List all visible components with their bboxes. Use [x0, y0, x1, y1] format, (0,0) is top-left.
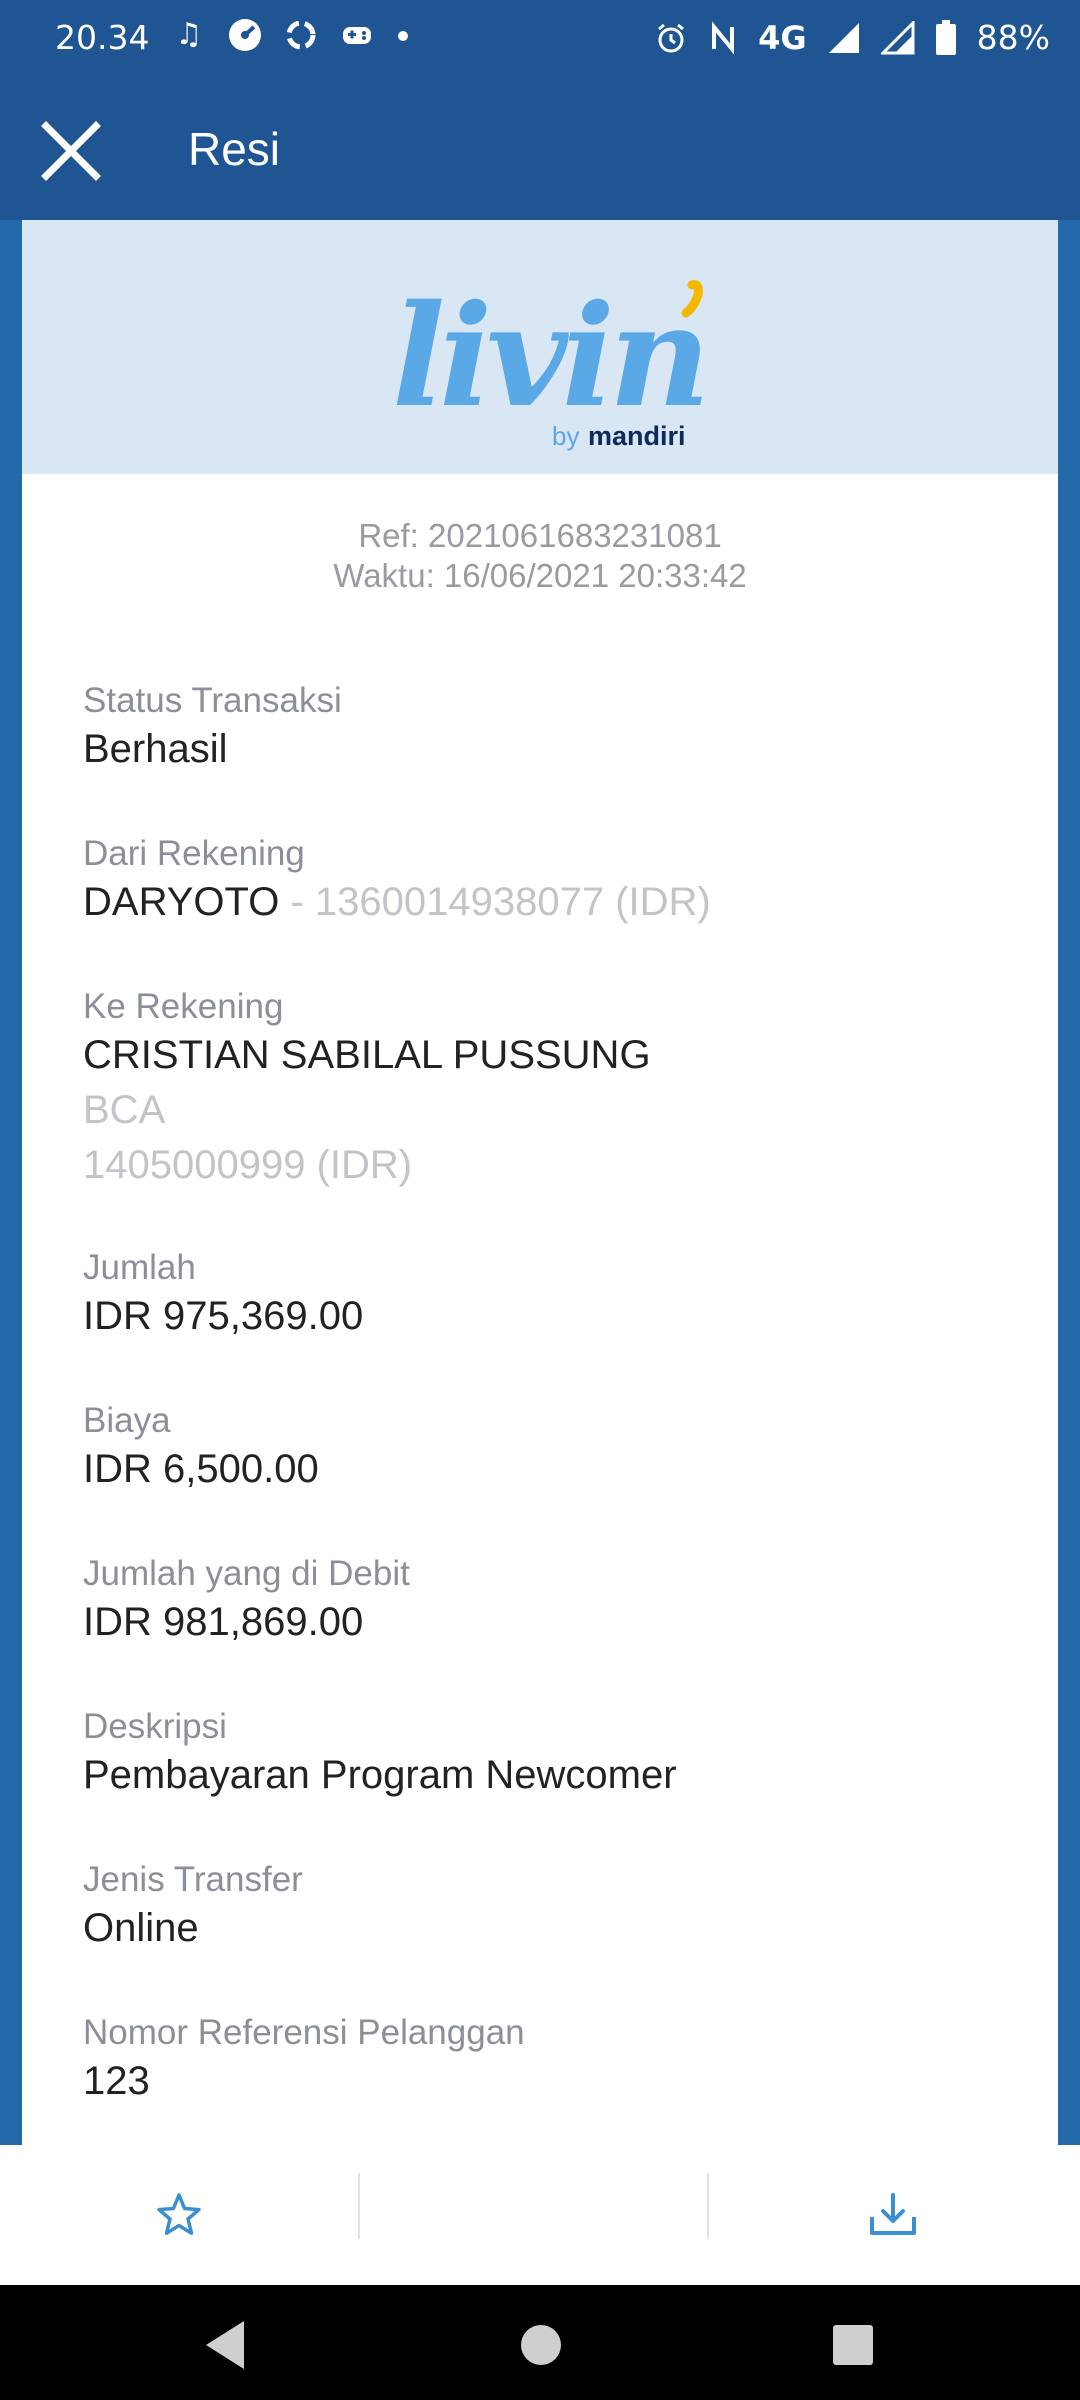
field-value: Online — [83, 1906, 199, 1950]
field-label: Biaya — [83, 1401, 171, 1440]
reference-block: Ref: 2021061683231081 Waktu: 16/06/2021 … — [22, 516, 1058, 596]
field-status: Status Transaksi Berhasil — [83, 680, 342, 777]
field-value: Pembayaran Program Newcomer — [83, 1753, 677, 1797]
field-label: Jenis Transfer — [83, 1860, 303, 1899]
field-from-account: Dari Rekening DARYOTO - 1360014938077 (I… — [83, 833, 711, 930]
field-value: IDR 981,869.00 — [83, 1600, 364, 1644]
logo-banner: livin by mandiri — [22, 220, 1058, 474]
battery-icon — [935, 19, 956, 55]
account-name: CRISTIAN SABILAL PUSSUNG — [83, 1033, 651, 1077]
sync-icon — [286, 20, 316, 50]
download-button[interactable] — [853, 2175, 933, 2255]
system-icons: 4G 88% — [654, 18, 1050, 57]
favorite-button[interactable] — [139, 2175, 219, 2255]
field-label: Status Transaksi — [83, 681, 342, 720]
field-value: DARYOTO - 1360014938077 (IDR) — [83, 875, 711, 930]
field-label: Jumlah — [83, 1248, 196, 1287]
download-icon — [870, 2193, 916, 2235]
music-icon: ♫ — [175, 17, 203, 52]
field-label: Deskripsi — [83, 1707, 227, 1746]
system-nav-bar — [0, 2285, 1080, 2400]
field-label: Dari Rekening — [83, 834, 305, 873]
divider — [707, 2173, 709, 2239]
account-bank: BCA — [83, 1088, 166, 1132]
svg-text:by: by — [552, 421, 579, 451]
field-value: 123 — [83, 2059, 150, 2103]
app-screen: 20.34 ♫ 4G 88% Resi livin by mandiri Ref… — [0, 0, 1080, 2400]
network-type: 4G — [758, 18, 807, 57]
field-to-account: Ke Rekening CRISTIAN SABILAL PUSSUNG BCA… — [83, 986, 651, 1193]
account-number: 1405000999 (IDR) — [83, 1143, 413, 1187]
field-customer-ref: Nomor Referensi Pelanggan 123 — [83, 2012, 525, 2109]
svg-text:livin: livin — [392, 275, 705, 439]
home-icon[interactable] — [511, 2315, 571, 2375]
back-icon[interactable] — [196, 2315, 256, 2375]
star-icon — [157, 2193, 201, 2235]
reference-number: Ref: 2021061683231081 — [358, 517, 722, 554]
divider — [358, 2173, 360, 2239]
notification-icons: ♫ — [172, 18, 410, 52]
status-time: 20.34 — [55, 18, 150, 57]
dot-icon — [398, 31, 408, 41]
field-label: Ke Rekening — [83, 987, 284, 1026]
svg-text:mandiri: mandiri — [588, 421, 686, 451]
field-value: Berhasil — [83, 727, 228, 771]
nfc-icon — [712, 20, 735, 55]
alarm-icon — [658, 23, 685, 52]
recents-icon[interactable] — [823, 2315, 883, 2375]
gamepad-icon — [343, 27, 371, 44]
field-debited: Jumlah yang di Debit IDR 981,869.00 — [83, 1553, 410, 1650]
account-name: DARYOTO — [83, 880, 280, 924]
field-value: IDR 975,369.00 — [83, 1294, 364, 1338]
speedometer-icon — [229, 19, 261, 51]
battery-percent: 88% — [976, 18, 1050, 57]
page-title: Resi — [188, 123, 281, 175]
transaction-time: Waktu: 16/06/2021 20:33:42 — [333, 557, 747, 594]
field-description: Deskripsi Pembayaran Program Newcomer — [83, 1706, 677, 1803]
livin-mandiri-logo: livin by mandiri — [392, 275, 711, 451]
app-bar: Resi — [0, 80, 1080, 220]
field-value: IDR 6,500.00 — [83, 1447, 319, 1491]
signal-icon — [828, 22, 859, 53]
account-detail: - 1360014938077 (IDR) — [279, 880, 711, 924]
status-bar: 20.34 ♫ 4G 88% — [0, 0, 1080, 80]
action-bar — [0, 2145, 1080, 2285]
signal-icon — [880, 20, 915, 54]
field-label: Nomor Referensi Pelanggan — [83, 2013, 525, 2052]
field-amount: Jumlah IDR 975,369.00 — [83, 1247, 363, 1344]
receipt-card: livin by mandiri Ref: 2021061683231081 W… — [22, 220, 1058, 2145]
field-label: Jumlah yang di Debit — [83, 1554, 410, 1593]
field-fee: Biaya IDR 6,500.00 — [83, 1400, 319, 1497]
close-icon[interactable] — [40, 120, 102, 182]
field-transfer-type: Jenis Transfer Online — [83, 1859, 303, 1956]
